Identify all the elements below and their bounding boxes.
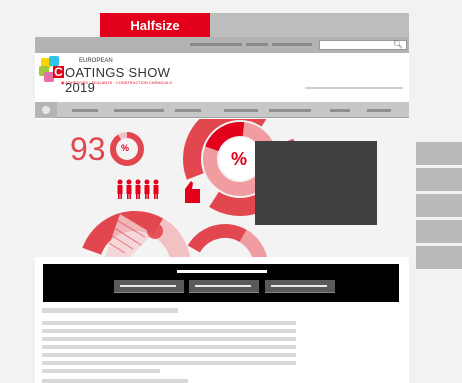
site-logo[interactable]: C EUROPEAN OATINGS SHOW 2019 ◉ ADHESIVES…: [39, 56, 201, 95]
hero-infographic[interactable]: 93 % %: [35, 119, 409, 257]
ad-label: Halfsize: [130, 17, 180, 33]
promo-button-3[interactable]: [265, 280, 335, 293]
text-line: [42, 329, 296, 333]
side-tab-5[interactable]: [416, 246, 462, 269]
text-line: [42, 345, 296, 349]
nav-item-2[interactable]: [114, 109, 164, 112]
promo-bar: [43, 264, 399, 302]
promo-button-1[interactable]: [114, 280, 184, 293]
util-link-2[interactable]: [246, 43, 268, 46]
ring-percent: %: [231, 149, 248, 169]
article-heading: [42, 308, 178, 313]
nav-item-4[interactable]: [224, 109, 258, 112]
thumbs-up-icon: [185, 181, 200, 203]
search-icon[interactable]: 🔍︎: [393, 40, 403, 50]
big-number: 93: [70, 131, 106, 167]
promo-button-1-label: [120, 285, 176, 287]
promo-button-2[interactable]: [189, 280, 259, 293]
nav-item-5[interactable]: [269, 109, 311, 112]
side-tab-3[interactable]: [416, 194, 462, 217]
website-page: 🔍︎ C EUROPEAN OATINGS SHOW 2019 ◉ ADHESI…: [35, 37, 409, 383]
side-tab-2[interactable]: [416, 168, 462, 191]
util-link-3[interactable]: [272, 43, 312, 46]
nav-item-6[interactable]: [330, 109, 350, 112]
nav-item-3[interactable]: [175, 109, 201, 112]
top-ad-placeholder: [210, 13, 409, 37]
nav-item-7[interactable]: [367, 109, 391, 112]
hero-overlay-box[interactable]: [255, 141, 377, 225]
logo-subtitle: ◉ ADHESIVES · SEALANTS · CONSTRUCTION CH…: [61, 81, 172, 85]
main-navigation: [35, 102, 409, 118]
text-line: [42, 337, 296, 341]
util-link-1[interactable]: [190, 43, 242, 46]
search-input[interactable]: 🔍︎: [319, 40, 407, 50]
nav-item-1[interactable]: [72, 109, 98, 112]
nav-home[interactable]: [35, 102, 57, 118]
side-tab-1[interactable]: [416, 142, 462, 165]
side-tab-4[interactable]: [416, 220, 462, 243]
promo-button-3-label: [271, 285, 327, 287]
text-line: [42, 353, 296, 357]
halfsize-ad-banner[interactable]: Halfsize: [100, 13, 210, 37]
promo-heading: [177, 270, 267, 273]
utility-bar: 🔍︎: [35, 37, 409, 53]
screenshot-stage: Halfsize 🔍︎ C EUROPEAN OATINGS SHOW 2019…: [0, 0, 462, 383]
text-line: [42, 369, 160, 373]
logo-european: EUROPEAN: [79, 58, 113, 64]
donut-percent: %: [121, 143, 130, 153]
header-divider: [305, 87, 403, 89]
promo-button-2-label: [195, 285, 251, 287]
people-icon: [117, 179, 159, 199]
text-line: [42, 321, 296, 325]
logo-c-letter: C: [53, 65, 64, 79]
text-line: [42, 361, 296, 365]
home-icon: [42, 106, 50, 114]
text-line: [42, 379, 188, 383]
